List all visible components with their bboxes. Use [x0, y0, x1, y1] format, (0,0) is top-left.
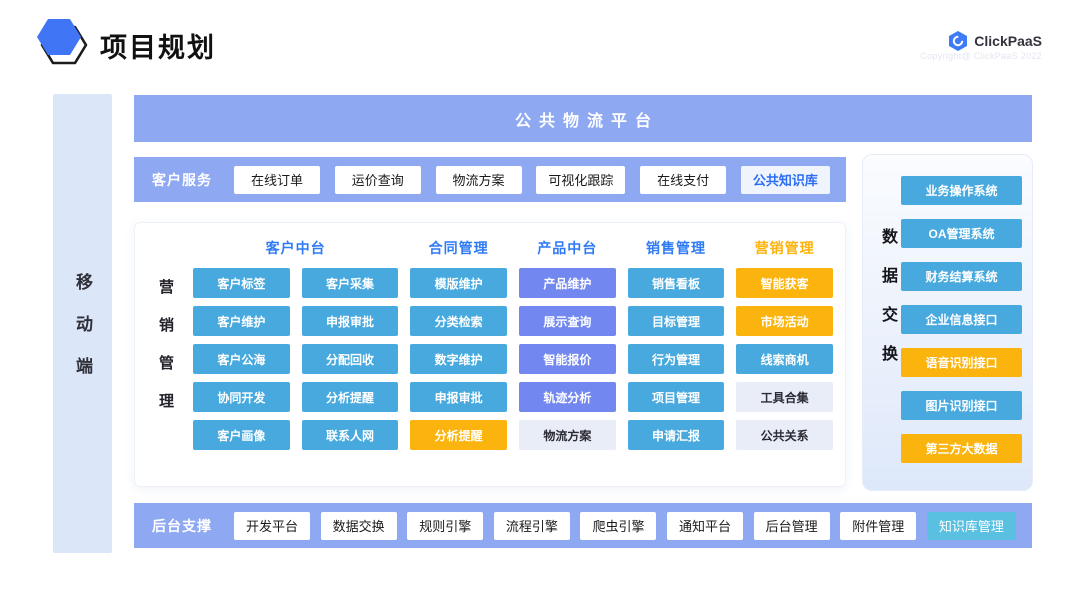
- backend-support-label: 后台支撑: [152, 516, 212, 536]
- customer-service-button-4[interactable]: 可视化跟踪: [536, 166, 625, 194]
- grid-block-r4-c6[interactable]: 工具合集: [736, 382, 833, 412]
- backend-support-button-7[interactable]: 后台管理: [754, 512, 830, 540]
- data-exchange-block-1[interactable]: 业务操作系统: [901, 176, 1022, 205]
- grid-block-r1-c4[interactable]: 产品维护: [519, 268, 616, 298]
- clickpaas-icon: [948, 30, 968, 52]
- grid-block-r5-c4[interactable]: 物流方案: [519, 420, 616, 450]
- customer-service-button-1[interactable]: 在线订单: [234, 166, 320, 194]
- mobile-side-bar: 移动端: [53, 94, 112, 553]
- grid-block-r3-c5[interactable]: 行为管理: [628, 344, 725, 374]
- data-exchange-panel: 数据交换中心 业务操作系统OA管理系统财务结算系统企业信息接口语音识别接口图片识…: [862, 154, 1033, 491]
- grid-block-r3-c2[interactable]: 分配回收: [302, 344, 399, 374]
- backend-support-button-9[interactable]: 知识库管理: [927, 512, 1016, 540]
- column-header-2: 合同管理: [410, 236, 507, 260]
- grid-block-r4-c4[interactable]: 轨迹分析: [519, 382, 616, 412]
- column-header-1: 客户中台: [193, 236, 398, 260]
- data-exchange-block-7[interactable]: 第三方大数据: [901, 434, 1022, 463]
- data-exchange-block-3[interactable]: 财务结算系统: [901, 262, 1022, 291]
- page-title: 项目规划: [100, 26, 216, 65]
- hexagon-logo-icon: [34, 14, 90, 70]
- backend-support-bar: 后台支撑 开发平台数据交换规则引擎流程引擎爬虫引擎通知平台后台管理附件管理知识库…: [134, 503, 1032, 548]
- data-exchange-items: 业务操作系统 OA管理系统财务结算系统企业信息接口语音识别接口图片识别接口第三方大…: [901, 176, 1022, 463]
- data-exchange-block-6[interactable]: 图片识别接口: [901, 391, 1022, 420]
- backend-support-button-3[interactable]: 规则引擎: [407, 512, 483, 540]
- marketing-management-side-label: 营销管理: [155, 279, 176, 431]
- grid-block-r3-c4[interactable]: 智能报价: [519, 344, 616, 374]
- grid-block-r2-c3[interactable]: 分类检索: [410, 306, 507, 336]
- backend-support-buttons: 开发平台数据交换规则引擎流程引擎爬虫引擎通知平台后台管理附件管理知识库管理: [234, 512, 1016, 540]
- copyright-watermark: Copyright@ ClickPaaS 2022: [920, 51, 1042, 61]
- backend-support-button-4[interactable]: 流程引擎: [494, 512, 570, 540]
- grid-block-r4-c3[interactable]: 申报审批: [410, 382, 507, 412]
- grid-block-r1-c2[interactable]: 客户采集: [302, 268, 399, 298]
- customer-service-button-6[interactable]: 公共知识库: [741, 166, 830, 194]
- brand-logo: ClickPaaS: [948, 30, 1042, 52]
- grid-block-r2-c6[interactable]: 市场活动: [736, 306, 833, 336]
- brand-name: ClickPaaS: [974, 33, 1042, 49]
- backend-support-button-6[interactable]: 通知平台: [667, 512, 743, 540]
- customer-service-button-2[interactable]: 运价查询: [335, 166, 421, 194]
- top-banner: 公共物流平台: [134, 95, 1032, 142]
- grid-block-r2-c2[interactable]: 申报审批: [302, 306, 399, 336]
- backend-support-button-5[interactable]: 爬虫引擎: [580, 512, 656, 540]
- customer-service-bar: 客户服务 在线订单运价查询物流方案可视化跟踪在线支付公共知识库: [134, 157, 846, 202]
- marketing-management-card: 营销管理 客户中台合同管理产品中台销售管理营销管理客户标签客户采集模版维护产品维…: [134, 222, 846, 487]
- data-exchange-block-4[interactable]: 企业信息接口: [901, 305, 1022, 334]
- grid-block-r2-c4[interactable]: 展示查询: [519, 306, 616, 336]
- column-header-5: 营销管理: [736, 236, 833, 260]
- top-banner-label: 公共物流平台: [515, 107, 659, 131]
- page-header: 项目规划 ClickPaaS Copyright@ ClickPaaS 2022: [0, 0, 1080, 90]
- customer-service-button-3[interactable]: 物流方案: [436, 166, 522, 194]
- customer-service-buttons: 在线订单运价查询物流方案可视化跟踪在线支付公共知识库: [234, 166, 830, 194]
- column-header-4: 销售管理: [628, 236, 725, 260]
- grid-block-r5-c2[interactable]: 联系人网: [302, 420, 399, 450]
- grid-block-r1-c3[interactable]: 模版维护: [410, 268, 507, 298]
- grid-block-r5-c6[interactable]: 公共关系: [736, 420, 833, 450]
- grid-block-r1-c5[interactable]: 销售看板: [628, 268, 725, 298]
- grid-block-r1-c6[interactable]: 智能获客: [736, 268, 833, 298]
- backend-support-button-1[interactable]: 开发平台: [234, 512, 310, 540]
- data-exchange-block-2[interactable]: OA管理系统: [901, 219, 1022, 248]
- grid-block-r4-c1[interactable]: 协同开发: [193, 382, 290, 412]
- main-grid-table: 客户中台合同管理产品中台销售管理营销管理客户标签客户采集模版维护产品维护销售看板…: [193, 236, 833, 450]
- grid-block-r2-c1[interactable]: 客户维护: [193, 306, 290, 336]
- column-header-3: 产品中台: [519, 236, 616, 260]
- grid-block-r4-c5[interactable]: 项目管理: [628, 382, 725, 412]
- mobile-side-bar-label: 移动端: [70, 273, 95, 399]
- data-exchange-block-5[interactable]: 语音识别接口: [901, 348, 1022, 377]
- grid-block-r5-c5[interactable]: 申请汇报: [628, 420, 725, 450]
- customer-service-label: 客户服务: [152, 170, 212, 190]
- grid-block-r5-c3[interactable]: 分析提醒: [410, 420, 507, 450]
- customer-service-button-5[interactable]: 在线支付: [640, 166, 726, 194]
- grid-block-r3-c6[interactable]: 线索商机: [736, 344, 833, 374]
- grid-block-r3-c3[interactable]: 数字维护: [410, 344, 507, 374]
- grid-block-r4-c2[interactable]: 分析提醒: [302, 382, 399, 412]
- grid-block-r3-c1[interactable]: 客户公海: [193, 344, 290, 374]
- grid-block-r5-c1[interactable]: 客户画像: [193, 420, 290, 450]
- grid-block-r1-c1[interactable]: 客户标签: [193, 268, 290, 298]
- grid-block-r2-c5[interactable]: 目标管理: [628, 306, 725, 336]
- backend-support-button-2[interactable]: 数据交换: [321, 512, 397, 540]
- backend-support-button-8[interactable]: 附件管理: [840, 512, 916, 540]
